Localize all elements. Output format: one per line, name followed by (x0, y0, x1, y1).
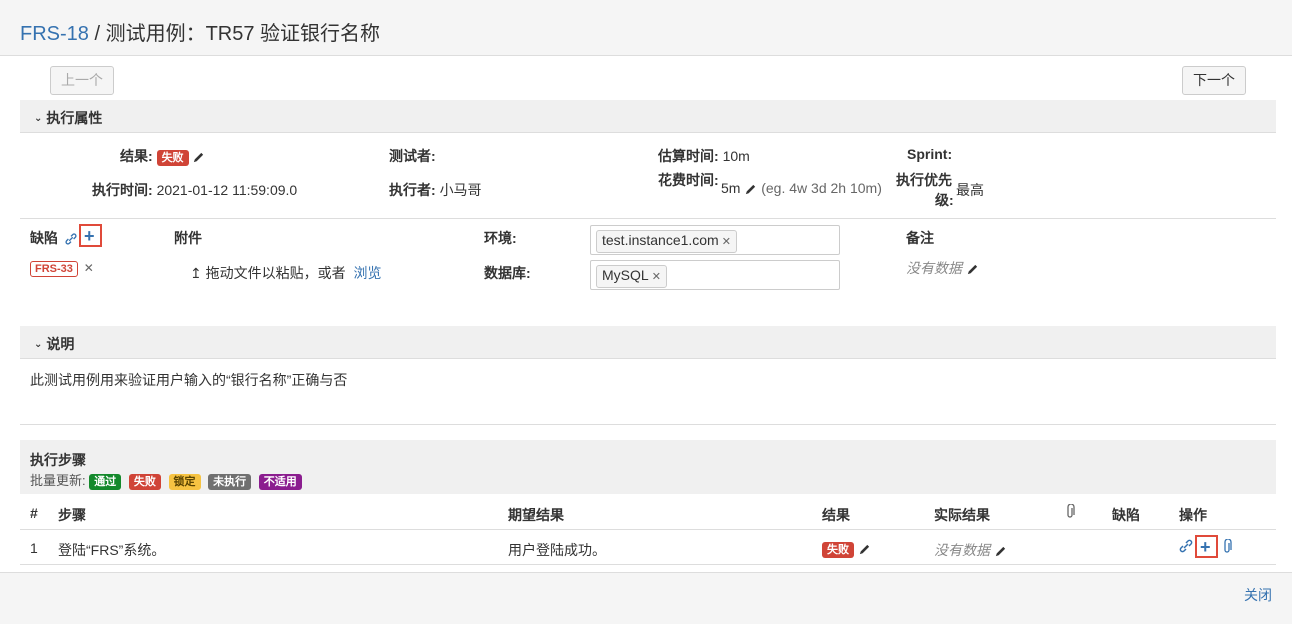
attachments-label: 附件 (174, 230, 202, 246)
step-result-badge[interactable]: 失败 (822, 542, 854, 558)
remove-icon[interactable]: ✕ (652, 271, 661, 283)
notes-field[interactable]: 没有数据 (906, 258, 979, 278)
col-defects: 缺陷 (1112, 507, 1140, 523)
plus-icon[interactable]: + (84, 227, 95, 245)
issue-key-link[interactable]: FRS-18 (20, 23, 89, 45)
col-result: 结果 (822, 507, 850, 523)
db-chip: MySQL ✕ (596, 265, 667, 288)
col-expected: 期望结果 (508, 507, 564, 523)
estimate-field: 估算时间: 10m (658, 146, 750, 166)
priority-label-line2: 级: (935, 192, 954, 208)
steps-header: 执行步骤 批量更新: 通过 失败 锁定 未执行 不适用 (20, 440, 1276, 494)
header-separator: / (88, 23, 106, 45)
divider (20, 218, 1276, 219)
col-actual: 实际结果 (934, 507, 990, 523)
bulk-update-bar: 批量更新: 通过 失败 锁定 未执行 不适用 (30, 470, 302, 490)
plus-icon[interactable]: + (1200, 538, 1211, 556)
bulk-fail-button[interactable]: 失败 (128, 474, 161, 490)
executor-field: 执行者: 小马哥 (389, 180, 482, 200)
bulk-na-button[interactable]: 不适用 (258, 474, 302, 490)
env-chip-label: test.instance1.com (602, 232, 719, 248)
step-actual[interactable]: 没有数据 (934, 540, 1007, 560)
defects-field: 缺陷 (30, 228, 78, 248)
spent-value: 5m (721, 180, 741, 196)
spent-hint: (eg. 4w 3d 2h 10m) (761, 180, 882, 196)
executor-value: 小马哥 (439, 182, 482, 198)
dropzone[interactable]: ↥ 拖动文件以粘贴，或者 浏览 (190, 263, 382, 283)
close-link[interactable]: 关闭 (1244, 585, 1272, 605)
remove-icon[interactable]: ✕ (722, 236, 731, 248)
result-label: 结果: (120, 148, 153, 164)
drop-text: 拖动文件以粘贴，或者 (205, 265, 346, 281)
pencil-icon[interactable] (858, 543, 871, 556)
dialog-title: 测试用例：TR57 验证银行名称 (105, 23, 381, 45)
link-icon[interactable] (64, 232, 78, 246)
db-chip-label: MySQL (602, 267, 649, 283)
env-chip: test.instance1.com ✕ (596, 230, 737, 253)
exec-time-field: 执行时间: 2021-01-12 11:59:09.0 (92, 180, 297, 200)
col-num: # (30, 505, 38, 521)
step-num: 1 (30, 540, 38, 556)
bulk-update-label: 批量更新: (30, 473, 86, 488)
step-expected: 用户登陆成功。 (508, 542, 606, 558)
description-section-header[interactable]: ⌄ 说明 (20, 326, 1276, 359)
dialog-header: FRS-18 / 测试用例：TR57 验证银行名称 (0, 0, 1292, 56)
table-row: 1 登陆“FRS”系统。 用户登陆成功。 失败 没有数据 + (20, 530, 1276, 565)
paperclip-icon[interactable] (1221, 538, 1233, 558)
chevron-down-icon: ⌄ (34, 339, 43, 350)
bulk-unexecuted-button[interactable]: 未执行 (208, 474, 252, 490)
pencil-icon[interactable] (744, 183, 757, 196)
tester-label: 测试者: (389, 148, 436, 164)
estimate-value: 10m (722, 148, 750, 164)
bulk-blocked-button[interactable]: 锁定 (168, 474, 201, 490)
prev-button[interactable]: 上一个 (50, 66, 114, 95)
priority-label-line1: 执行优先 (896, 172, 952, 188)
upload-icon: ↥ (190, 265, 202, 281)
exec-props-title: 执行属性 (46, 110, 103, 126)
next-button[interactable]: 下一个 (1182, 66, 1246, 95)
remove-icon[interactable]: ✕ (84, 261, 94, 275)
env-input[interactable]: test.instance1.com ✕ (590, 225, 840, 255)
db-input[interactable]: MySQL ✕ (590, 260, 840, 290)
priority-value: 最高 (956, 182, 984, 198)
col-actions: 操作 (1179, 507, 1207, 523)
defect-badge[interactable]: FRS-33 (30, 261, 78, 277)
step-actual-value: 没有数据 (934, 542, 990, 558)
browse-link[interactable]: 浏览 (354, 265, 382, 281)
dialog-footer: 关闭 (0, 572, 1292, 624)
exec-time-label: 执行时间: (92, 182, 153, 198)
defects-label: 缺陷 (30, 230, 58, 246)
pencil-icon[interactable] (994, 545, 1007, 558)
step-text: 登陆“FRS”系统。 (58, 542, 166, 558)
steps-title: 执行步骤 (30, 452, 86, 468)
spent-field: 5m (eg. 4w 3d 2h 10m) (721, 180, 882, 196)
description-text: 此测试用例用来验证用户输入的“银行名称”正确与否 (30, 372, 348, 388)
divider (20, 424, 1276, 425)
notes-label: 备注 (906, 230, 934, 246)
db-label: 数据库: (484, 265, 531, 281)
bulk-pass-button[interactable]: 通过 (89, 474, 122, 490)
exec-props-section-header[interactable]: ⌄ 执行属性 (20, 100, 1276, 133)
pencil-icon[interactable] (192, 151, 205, 164)
paperclip-icon (1064, 503, 1076, 523)
exec-time-value: 2021-01-12 11:59:09.0 (156, 182, 298, 198)
result-field: 结果: 失败 (120, 146, 205, 166)
pencil-icon[interactable] (966, 263, 979, 276)
env-label: 环境: (484, 230, 517, 246)
steps-table-header: # 步骤 期望结果 结果 实际结果 缺陷 操作 (20, 494, 1276, 530)
step-result: 失败 (822, 540, 871, 558)
notes-value: 没有数据 (906, 260, 962, 276)
estimate-label: 估算时间: (658, 148, 719, 164)
spent-label: 花费时间: (658, 172, 719, 188)
col-step: 步骤 (58, 507, 86, 523)
sprint-label: Sprint: (907, 146, 953, 162)
chevron-down-icon: ⌄ (34, 113, 43, 124)
dialog-body: 上一个 下一个 ⌄ 执行属性 结果: 失败 测试者: 估算时间: 10m Spri… (0, 56, 1292, 572)
description-title: 说明 (46, 336, 75, 352)
step-link-icon[interactable] (1178, 538, 1194, 557)
executor-label: 执行者: (389, 182, 436, 198)
result-badge[interactable]: 失败 (156, 150, 189, 166)
defect-item: FRS-33 ✕ (30, 259, 94, 277)
